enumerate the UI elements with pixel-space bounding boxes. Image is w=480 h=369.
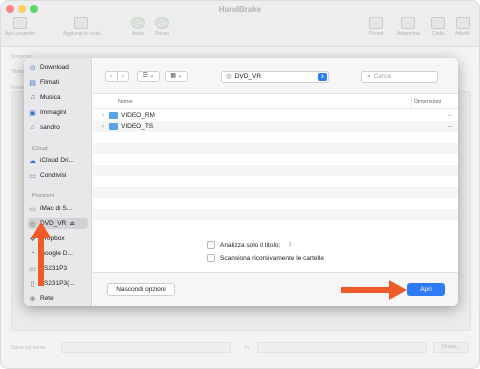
dialog-toolbar: ‹ › ☰ ⌄ ▦ ⌄ ◎ DVD_VR ⇕ ⌕ Cerca [93,58,458,94]
sidebar-item-network[interactable]: ⊕ Rete [28,293,88,304]
network-icon: ⊕ [29,295,36,303]
film-icon: ▤ [29,79,36,87]
chevron-right-icon[interactable]: › [102,113,104,119]
dialog-main: ‹ › ☰ ⌄ ▦ ⌄ ◎ DVD_VR ⇕ ⌕ Cerca Nome Dimens… [93,58,458,306]
forward-button[interactable]: › [118,72,129,81]
sidebar-item-music[interactable]: ♫ Musica [28,92,88,103]
download-icon: ⊙ [29,64,36,72]
nav-buttons: ‹ › [105,71,129,82]
open-options: Analizza solo il titolo: 1 Scansiona ric… [93,238,458,268]
music-icon: ♫ [29,94,36,101]
recursive-scan-checkbox[interactable] [207,254,215,262]
sidebar-section-icloud: iCloud [32,146,48,152]
location-popup[interactable]: ◎ DVD_VR ⇕ [221,71,329,83]
analyze-title-checkbox[interactable] [207,241,215,249]
file-row[interactable]: › VIDEO_RM -- [93,110,458,121]
shared-folder-icon: ▭ [29,172,36,180]
sidebar-item-imac[interactable]: ▭ iMac di S... [28,203,88,214]
list-view-button[interactable]: ☰ ⌄ [137,71,160,82]
empty-row [93,176,458,187]
search-field[interactable]: ⌕ Cerca [361,71,438,83]
cloud-icon: ☁ [29,157,36,165]
sidebar-item-shared[interactable]: ▭ Condivisi [28,170,88,181]
folder-icon [109,123,118,130]
empty-row [93,187,458,198]
empty-row [93,198,458,209]
empty-row [93,143,458,154]
sidebar-item-icloud-drive[interactable]: ☁ iCloud Dri... [28,155,88,166]
open-file-dialog: ⊙ Download ▤ Filmati ♫ Musica ▣ Immagini… [24,58,458,306]
chevron-right-icon[interactable]: › [102,124,104,130]
empty-row [93,132,458,143]
column-divider [411,97,412,107]
folder-icon [109,112,118,119]
empty-row [93,209,458,220]
file-list-header: Nome Dimensioni [93,95,458,109]
empty-row [93,154,458,165]
file-list: › VIDEO_RM -- › VIDEO_TS -- [93,110,458,231]
home-icon: ⌂ [30,124,35,131]
sidebar-item-movies[interactable]: ▤ Filmati [28,77,88,88]
search-icon: ⌕ [367,73,371,80]
photo-icon: ▣ [29,109,36,117]
title-number-field[interactable]: 1 [288,242,291,248]
eject-icon[interactable]: ⏏ [69,220,75,227]
computer-icon: ▭ [29,205,36,213]
open-button[interactable]: Apri [407,283,445,296]
column-name-header[interactable]: Nome [118,99,133,105]
file-row[interactable]: › VIDEO_TS -- [93,121,458,132]
disc-icon: ◎ [226,73,232,80]
chevron-updown-icon: ⇕ [318,73,327,81]
annotation-arrow-up-icon [31,222,51,286]
column-size-header[interactable]: Dimensioni [414,99,441,105]
empty-row [93,220,458,231]
recursive-scan-option[interactable]: Scansiona ricorsivamente le cartelle [207,254,324,262]
grid-view-button[interactable]: ▦ ⌄ [165,71,188,82]
analyze-title-option[interactable]: Analizza solo il titolo: 1 [207,241,292,249]
sidebar-section-locations: Posizioni [32,193,55,199]
sidebar-item-home[interactable]: ⌂ sandro [28,122,88,133]
empty-row [93,165,458,176]
hide-options-button[interactable]: Nascondi opzioni [107,283,175,296]
annotation-arrow-right-icon [341,280,407,300]
sidebar-item-pictures[interactable]: ▣ Immagini [28,107,88,118]
back-button[interactable]: ‹ [106,72,118,81]
sidebar-item-download[interactable]: ⊙ Download [28,62,88,73]
